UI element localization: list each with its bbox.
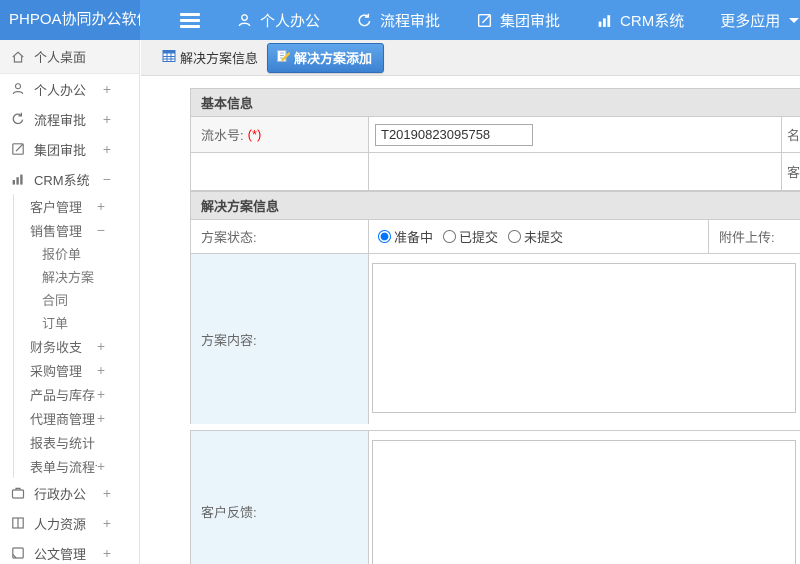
radio-option-submitted[interactable]: 已提交 [443,227,498,246]
section-solution-info-header: 解决方案信息 [191,192,800,220]
briefcase-icon [10,485,26,501]
sidebar-item-personal-desktop[interactable]: 个人桌面 [0,40,139,74]
empty-label-cell [191,153,369,190]
sidebar-item-solution[interactable]: 解决方案 [0,265,139,288]
section-basic-info: 基本信息 流水号: (*) 名称 客户 [190,88,800,191]
content-row: 方案内容: [191,254,800,424]
caret-down-icon [789,17,800,23]
status-radio-group: 准备中 已提交 未提交 [378,227,563,246]
sidebar-item-finance[interactable]: 财务收支 + [0,334,139,358]
home-icon [10,49,26,65]
required-mark: (*) [247,127,262,142]
nav-item-personal-office[interactable]: 个人办公 [236,10,320,31]
tab-solution-add-active[interactable]: 解决方案添加 [267,42,385,73]
sidebar-item-purchase-mgmt[interactable]: 采购管理 + [0,358,139,382]
sidebar: 个人桌面 个人办公 + 流程审批 + 集团审批 + CRM系统 − 客户管理 +… [0,40,140,564]
radio-preparing[interactable] [378,230,391,243]
sidebar-item-admin-office[interactable]: 行政办公 + [0,478,139,508]
feedback-label-cell: 客户反馈: [191,431,369,564]
process-icon [356,12,373,29]
content-field-cell [369,254,800,424]
section-solution-info: 解决方案信息 方案状态: 准备中 已提交 未提交 附件上传: 方案内容: [190,191,800,424]
user-icon [236,12,253,29]
sidebar-item-agent-mgmt[interactable]: 代理商管理 + [0,406,139,430]
sidebar-item-crm[interactable]: CRM系统 − [0,164,139,194]
top-nav: 个人办公 流程审批 集团审批 CRM系统 更多应用 [236,10,800,31]
serial-number-field-cell [369,117,782,152]
bar-chart-icon [10,171,26,187]
sidebar-item-form-workflow-settings[interactable]: 表单与流程设置 + [0,454,139,478]
customer-feedback-textarea[interactable] [372,440,796,564]
user-icon [10,81,26,97]
sidebar-item-reports-statistics[interactable]: 报表与统计 [0,430,139,454]
bar-chart-icon [596,12,613,29]
approval-edit-icon [476,12,493,29]
nav-item-more-apps[interactable]: 更多应用 [720,10,800,31]
serial-number-label-cell: 流水号: (*) [191,117,369,152]
radio-not-submitted[interactable] [508,230,522,243]
radio-submitted[interactable] [443,230,457,243]
hamburger-menu-icon[interactable] [180,12,200,28]
table-grid-icon [162,49,176,66]
solution-add-form: 基本信息 流水号: (*) 名称 客户 解决方案信息 方案状态: [190,88,800,564]
feedback-block: 客户反馈: [190,430,800,564]
tree-guide-line [13,194,14,478]
top-bar: PHPOA协同办公软件 个人办公 流程审批 集团审批 CRM系统 更多应用 [0,0,800,40]
sidebar-item-contract[interactable]: 合同 [0,288,139,311]
sidebar-item-hr[interactable]: 人力资源 + [0,508,139,538]
tab-bar: 解决方案信息 解决方案添加 [141,40,800,76]
sidebar-item-product-inventory[interactable]: 产品与库存 + [0,382,139,406]
sidebar-item-order[interactable]: 订单 [0,311,139,334]
sidebar-item-quotation[interactable]: 报价单 [0,242,139,265]
empty-row: 客户 [191,153,800,191]
feedback-row: 客户反馈: [191,431,800,564]
status-row: 方案状态: 准备中 已提交 未提交 附件上传: [191,220,800,254]
app-logo: PHPOA协同办公软件 [0,0,140,40]
approval-edit-icon [10,141,26,157]
customer-label-cell: 客户 [787,165,800,180]
nav-item-group-approval[interactable]: 集团审批 [476,10,560,31]
empty-field-cell [369,153,782,190]
book-icon [10,515,26,531]
document-icon [10,545,26,561]
sidebar-item-workflow-approval[interactable]: 流程审批 + [0,104,139,134]
solution-content-textarea[interactable] [372,263,796,413]
radio-option-not-submitted[interactable]: 未提交 [508,227,563,246]
serial-number-input[interactable] [375,123,533,146]
add-form-icon [276,49,291,66]
status-label-cell: 方案状态: [191,220,369,253]
sidebar-item-group-approval[interactable]: 集团审批 + [0,134,139,164]
main-content: 基本信息 流水号: (*) 名称 客户 解决方案信息 方案状态: [141,77,800,564]
sidebar-item-customer-mgmt[interactable]: 客户管理 + [0,194,139,218]
sidebar-item-sales-mgmt[interactable]: 销售管理 − [0,218,139,242]
tab-solution-info[interactable]: 解决方案信息 [162,48,258,67]
status-field-cell: 准备中 已提交 未提交 [369,220,709,253]
serial-number-row: 流水号: (*) 名称 [191,117,800,153]
radio-option-preparing[interactable]: 准备中 [378,227,433,246]
feedback-field-cell [369,431,800,564]
sidebar-item-personal-office[interactable]: 个人办公 + [0,74,139,104]
sidebar-item-document-mgmt[interactable]: 公文管理 + [0,538,139,564]
nav-item-workflow-approval[interactable]: 流程审批 [356,10,440,31]
section-basic-info-header: 基本信息 [191,89,800,117]
content-label-cell: 方案内容: [191,254,369,424]
process-icon [10,111,26,127]
name-label-cell: 名称 [787,128,800,143]
nav-item-crm[interactable]: CRM系统 [596,10,684,31]
attachment-label-cell: 附件上传: [719,230,775,245]
